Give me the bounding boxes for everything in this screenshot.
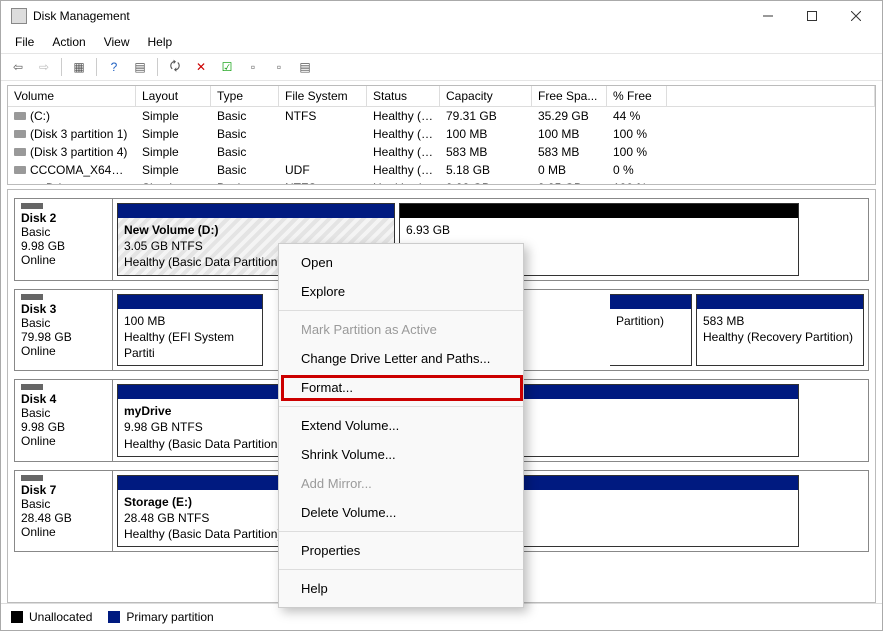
disk-info[interactable]: Disk 2Basic9.98 GBOnline <box>15 199 113 280</box>
volume-table-header: Volume Layout Type File System Status Ca… <box>8 86 875 107</box>
toolbar-view-icon[interactable]: ▦ <box>68 56 90 78</box>
partition[interactable]: 583 MBHealthy (Recovery Partition) <box>696 294 864 367</box>
disk-icon <box>21 475 43 481</box>
col-type[interactable]: Type <box>211 86 279 107</box>
context-extend-volume[interactable]: Extend Volume... <box>279 411 523 440</box>
volume-table-body[interactable]: (C:)SimpleBasicNTFSHealthy (B...79.31 GB… <box>8 107 875 184</box>
maximize-button[interactable] <box>790 2 834 30</box>
close-button[interactable] <box>834 2 878 30</box>
table-row[interactable]: CCCOMA_X64FRE...SimpleBasicUDFHealthy (P… <box>8 161 875 179</box>
refresh-icon[interactable]: 🗘 <box>164 56 186 78</box>
context-open[interactable]: Open <box>279 248 523 277</box>
attach-icon[interactable]: ▫ <box>268 56 290 78</box>
toolbar: ⇦ ⇨ ▦ ? ▤ 🗘 ✕ ☑ ▫ ▫ ▤ <box>1 53 882 81</box>
context-menu: Open Explore Mark Partition as Active Ch… <box>278 243 524 608</box>
menu-view[interactable]: View <box>96 33 138 51</box>
context-help[interactable]: Help <box>279 574 523 603</box>
context-mark-active: Mark Partition as Active <box>279 315 523 344</box>
add-icon[interactable]: ▫ <box>242 56 264 78</box>
disk-info[interactable]: Disk 7Basic28.48 GBOnline <box>15 471 113 552</box>
col-spacer <box>667 86 875 107</box>
context-change-letter[interactable]: Change Drive Letter and Paths... <box>279 344 523 373</box>
disk-icon <box>21 384 43 390</box>
disk-info[interactable]: Disk 4Basic9.98 GBOnline <box>15 380 113 461</box>
help-icon[interactable]: ? <box>103 56 125 78</box>
disk-icon <box>21 203 43 209</box>
context-shrink-volume[interactable]: Shrink Volume... <box>279 440 523 469</box>
col-free[interactable]: Free Spa... <box>532 86 607 107</box>
back-button[interactable]: ⇦ <box>7 56 29 78</box>
context-format[interactable]: Format... <box>279 373 523 402</box>
context-properties[interactable]: Properties <box>279 536 523 565</box>
delete-icon[interactable]: ✕ <box>190 56 212 78</box>
disk-info[interactable]: Disk 3Basic79.98 GBOnline <box>15 290 113 371</box>
col-status[interactable]: Status <box>367 86 440 107</box>
title-bar: Disk Management <box>1 1 882 31</box>
disk-icon <box>21 294 43 300</box>
col-layout[interactable]: Layout <box>136 86 211 107</box>
minimize-button[interactable] <box>746 2 790 30</box>
legend-primary: Primary partition <box>108 610 213 624</box>
legend-unallocated: Unallocated <box>11 610 92 624</box>
table-row[interactable]: (Disk 3 partition 1)SimpleBasicHealthy (… <box>8 125 875 143</box>
menu-help[interactable]: Help <box>140 33 181 51</box>
menu-action[interactable]: Action <box>44 33 93 51</box>
check-icon[interactable]: ☑ <box>216 56 238 78</box>
context-explore[interactable]: Explore <box>279 277 523 306</box>
table-row[interactable]: (C:)SimpleBasicNTFSHealthy (B...79.31 GB… <box>8 107 875 125</box>
col-percent[interactable]: % Free <box>607 86 667 107</box>
table-row[interactable]: (Disk 3 partition 4)SimpleBasicHealthy (… <box>8 143 875 161</box>
menu-bar: File Action View Help <box>1 31 882 53</box>
window-title: Disk Management <box>33 9 746 23</box>
partition[interactable]: 100 MBHealthy (EFI System Partiti <box>117 294 263 367</box>
col-filesystem[interactable]: File System <box>279 86 367 107</box>
table-row[interactable]: myDriveSimpleBasicNTFSHealthy (B...9.98 … <box>8 179 875 184</box>
context-delete-volume[interactable]: Delete Volume... <box>279 498 523 527</box>
list-icon[interactable]: ▤ <box>294 56 316 78</box>
volume-table: Volume Layout Type File System Status Ca… <box>7 85 876 185</box>
col-capacity[interactable]: Capacity <box>440 86 532 107</box>
forward-button[interactable]: ⇨ <box>33 56 55 78</box>
partition[interactable]: Partition) <box>610 294 692 367</box>
toolbar-list-icon[interactable]: ▤ <box>129 56 151 78</box>
app-icon <box>11 8 27 24</box>
col-volume[interactable]: Volume <box>8 86 136 107</box>
context-add-mirror: Add Mirror... <box>279 469 523 498</box>
menu-file[interactable]: File <box>7 33 42 51</box>
